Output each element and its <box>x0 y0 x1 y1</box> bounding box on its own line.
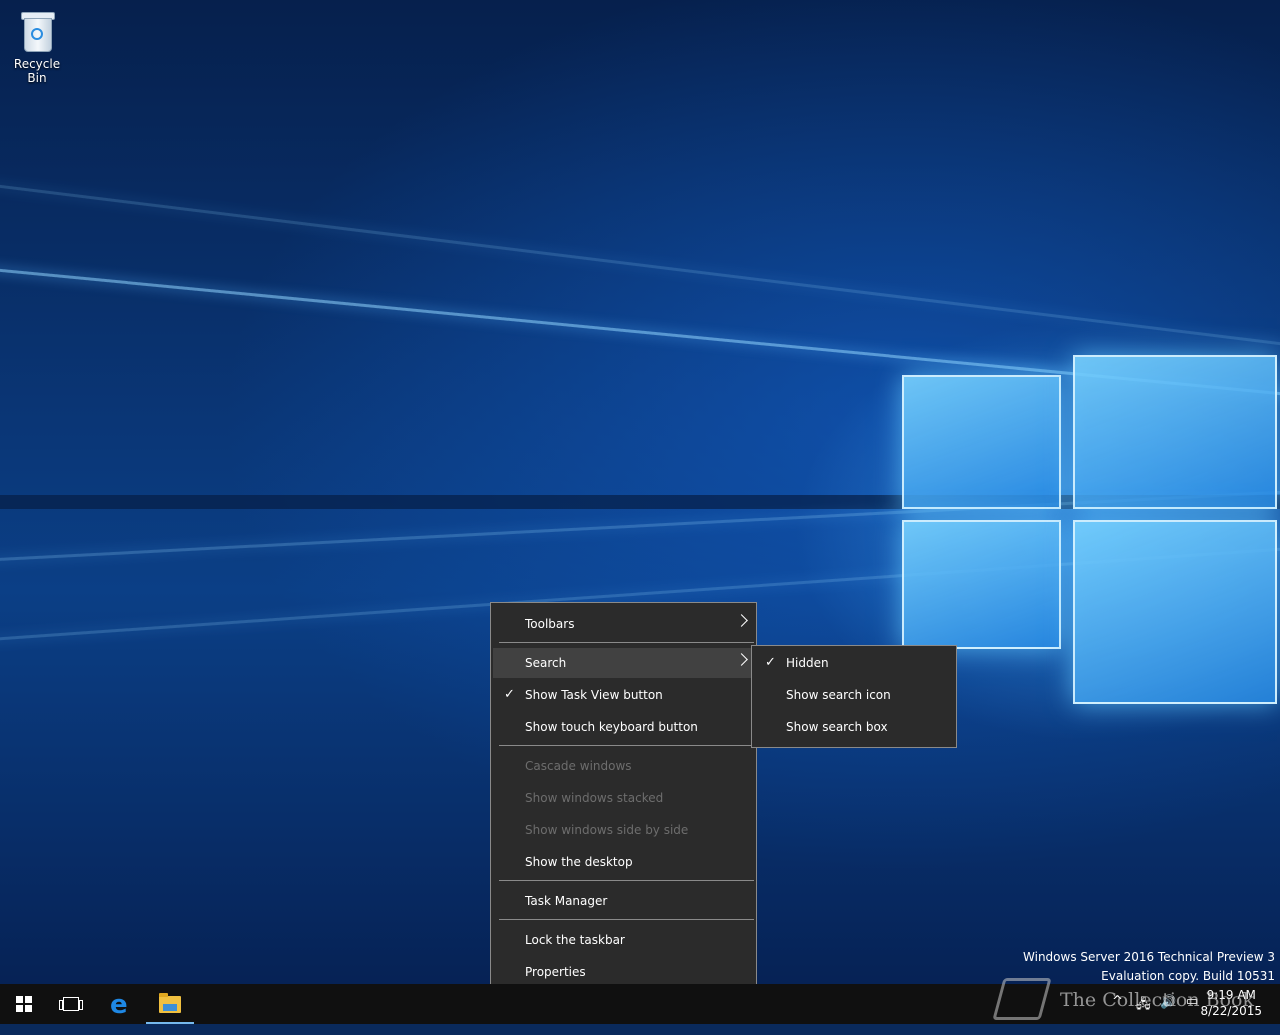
file-explorer-button[interactable] <box>146 984 194 1024</box>
taskbar-context-menu: Toolbars Search ✓ Show Task View button … <box>490 602 757 994</box>
checkmark-icon: ✓ <box>504 687 515 702</box>
menu-item-show-windows-stacked: Show windows stacked <box>493 783 754 813</box>
search-submenu: ✓ Hidden Show search icon Show search bo… <box>751 645 957 748</box>
edge-icon: e <box>110 990 128 1020</box>
menu-item-properties[interactable]: Properties <box>493 957 754 987</box>
menu-item-toolbars[interactable]: Toolbars <box>493 609 754 639</box>
site-watermark-text: The Collection Book <box>1060 989 1254 1011</box>
window-logo-pane <box>1073 355 1277 509</box>
edge-button[interactable]: e <box>98 984 146 1024</box>
menu-separator <box>499 745 754 746</box>
menu-item-label: Search <box>525 656 567 670</box>
menu-item-show-the-desktop[interactable]: Show the desktop <box>493 847 754 877</box>
menu-separator <box>499 642 754 643</box>
submenu-item-show-search-box[interactable]: Show search box <box>754 712 954 742</box>
build-watermark-line1: Windows Server 2016 Technical Preview 3 <box>1023 950 1275 964</box>
menu-item-label: Properties <box>525 965 586 979</box>
build-watermark-line2: Evaluation copy. Build 10531 <box>1101 969 1275 983</box>
checkmark-icon: ✓ <box>765 655 776 670</box>
chevron-right-icon <box>735 614 748 627</box>
task-view-button[interactable] <box>48 984 96 1024</box>
menu-item-label: Toolbars <box>525 617 575 631</box>
recycle-bin-icon <box>19 10 55 52</box>
chevron-right-icon <box>735 653 748 666</box>
window-logo-pane <box>902 520 1061 649</box>
menu-item-label: Show Task View button <box>525 688 663 702</box>
menu-separator <box>499 919 754 920</box>
submenu-item-hidden[interactable]: ✓ Hidden <box>754 648 954 678</box>
task-view-icon <box>59 997 83 1011</box>
submenu-item-label: Show search icon <box>786 688 891 702</box>
light-beam <box>0 180 1280 354</box>
menu-item-label: Lock the taskbar <box>525 933 625 947</box>
menu-item-show-touch-keyboard[interactable]: Show touch keyboard button <box>493 712 754 742</box>
menu-item-label: Cascade windows <box>525 759 632 773</box>
menu-item-label: Show touch keyboard button <box>525 720 698 734</box>
menu-item-cascade-windows: Cascade windows <box>493 751 754 781</box>
menu-item-show-task-view[interactable]: ✓ Show Task View button <box>493 680 754 710</box>
start-icon <box>16 996 32 1012</box>
submenu-item-label: Show search box <box>786 720 888 734</box>
menu-item-task-manager[interactable]: Task Manager <box>493 886 754 916</box>
menu-item-label: Show windows stacked <box>525 791 664 805</box>
menu-item-show-windows-side-by-side: Show windows side by side <box>493 815 754 845</box>
recycle-bin-shortcut[interactable]: Recycle Bin <box>4 6 70 85</box>
menu-separator <box>499 880 754 881</box>
start-button[interactable] <box>0 984 48 1024</box>
menu-item-label: Show windows side by side <box>525 823 689 837</box>
window-logo-pane <box>1073 520 1277 704</box>
site-watermark: The Collection Book <box>992 978 1254 1024</box>
menu-item-search[interactable]: Search <box>493 648 754 678</box>
recycle-bin-label: Recycle Bin <box>13 57 61 85</box>
submenu-item-label: Hidden <box>786 656 829 670</box>
menu-item-label: Task Manager <box>525 894 608 908</box>
window-logo-pane <box>902 375 1061 509</box>
submenu-item-show-search-icon[interactable]: Show search icon <box>754 680 954 710</box>
file-explorer-icon <box>159 993 181 1013</box>
menu-item-lock-the-taskbar[interactable]: Lock the taskbar <box>493 925 754 955</box>
menu-item-label: Show the desktop <box>525 855 633 869</box>
